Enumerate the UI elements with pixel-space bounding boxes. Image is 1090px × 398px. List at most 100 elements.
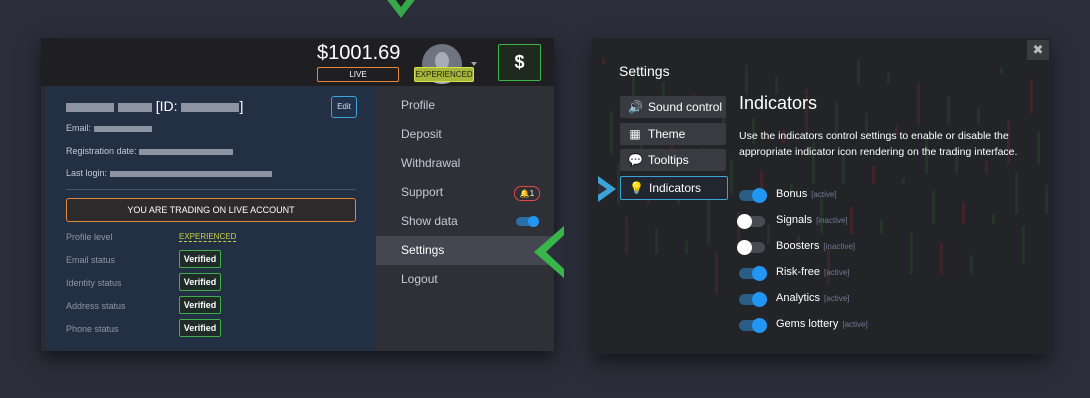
indicators-title: Indicators xyxy=(739,93,818,113)
menu-item-support[interactable]: Support 🔔1 xyxy=(376,178,554,207)
menu-item-withdrawal[interactable]: Withdrawal xyxy=(376,149,554,178)
candle-mark xyxy=(902,178,905,184)
redacted-email xyxy=(93,125,152,132)
tab-sound-control[interactable]: 🔊 Sound control xyxy=(620,96,726,118)
phone-status-badge: Verified xyxy=(179,319,221,337)
edit-button[interactable]: Edit xyxy=(331,96,357,118)
indicator-name: Signals xyxy=(776,214,813,226)
indicator-toggle[interactable] xyxy=(737,214,765,229)
bulb-icon: 💡 xyxy=(629,181,644,195)
pointer-arrow-inner xyxy=(546,235,564,269)
toggle-knob xyxy=(752,292,767,307)
indicator-status: [active] xyxy=(842,320,868,329)
registration-label: Registration date: xyxy=(66,146,137,156)
indicator-name: Boosters xyxy=(776,240,820,252)
email-status-badge: Verified xyxy=(179,250,221,268)
indicator-status: [inactive] xyxy=(816,216,848,225)
notification-count: 1 xyxy=(529,189,535,198)
menu-item-profile[interactable]: Profile xyxy=(376,91,554,120)
menu-label: Deposit xyxy=(401,127,442,141)
indicator-row: Analytics [active] xyxy=(739,291,1039,309)
candle-mark xyxy=(984,161,988,174)
address-status-badge: Verified xyxy=(179,296,221,314)
profile-level-value[interactable]: EXPERIENCED xyxy=(179,232,237,242)
menu-item-settings[interactable]: Settings xyxy=(376,236,554,265)
candle-mark xyxy=(872,166,875,184)
indicator-row: Bonus [active] xyxy=(739,187,1039,205)
settings-title: Settings xyxy=(619,63,670,79)
menu-item-deposit[interactable]: Deposit xyxy=(376,120,554,149)
indicator-toggle[interactable] xyxy=(739,292,767,307)
tooltip-icon: 💬 xyxy=(628,153,643,167)
notification-badge: 🔔1 xyxy=(514,186,540,201)
indicator-name: Gems lottery xyxy=(776,318,839,330)
grid-icon: ▦ xyxy=(629,127,641,141)
tab-label: Sound control xyxy=(648,100,723,114)
balance-amount[interactable]: $1001.69 xyxy=(317,42,400,65)
indicator-toggle[interactable] xyxy=(739,318,767,333)
experience-badge: EXPERIENCED xyxy=(414,67,474,82)
candle-mark xyxy=(887,72,890,84)
menu-item-show-data[interactable]: Show data xyxy=(376,207,554,236)
indicator-status: [active] xyxy=(811,190,837,199)
indicator-row: Boosters [inactive] xyxy=(737,239,1039,257)
profile-name-id: [ID: ] xyxy=(66,98,243,114)
menu-label: Logout xyxy=(401,272,438,286)
candle-mark xyxy=(654,229,658,254)
show-data-toggle[interactable] xyxy=(516,216,539,227)
indicator-label: Risk-free [active] xyxy=(776,266,849,278)
redacted-registration-date xyxy=(139,148,234,155)
tab-indicators[interactable]: 💡 Indicators xyxy=(620,176,728,200)
stat-label: Email status xyxy=(66,255,116,265)
id-prefix: [ID: xyxy=(155,98,178,114)
registration-line: Registration date: xyxy=(66,146,234,156)
candle-mark xyxy=(707,200,710,244)
indicator-label: Analytics [active] xyxy=(776,292,849,304)
account-menu: Profile Deposit Withdrawal Support 🔔1 Sh… xyxy=(376,86,554,351)
stat-label: Profile level xyxy=(66,232,113,242)
candle-mark xyxy=(684,241,688,254)
indicator-toggle[interactable] xyxy=(737,240,765,255)
menu-item-logout[interactable]: Logout xyxy=(376,265,554,294)
tab-theme[interactable]: ▦ Theme xyxy=(620,123,726,145)
redacted-last-name xyxy=(117,102,152,112)
redacted-last-login xyxy=(109,170,272,177)
indicator-toggle[interactable] xyxy=(739,188,767,203)
candle-mark xyxy=(774,77,778,94)
last-login-line: Last login: xyxy=(66,168,272,178)
indicator-status: [inactive] xyxy=(823,242,855,251)
indicator-name: Analytics xyxy=(776,292,821,304)
close-icon[interactable]: ✖ xyxy=(1027,40,1049,60)
candle-mark xyxy=(1037,132,1040,164)
chevron-down-icon[interactable] xyxy=(471,62,477,66)
menu-label: Support xyxy=(401,185,444,199)
candle-mark xyxy=(1029,79,1033,114)
indicator-label: Bonus [active] xyxy=(776,188,837,200)
candle-mark xyxy=(947,96,950,124)
indicator-row: Risk-free [active] xyxy=(739,265,1039,283)
bell-icon: 🔔 xyxy=(519,189,530,198)
tab-label: Theme xyxy=(648,127,686,141)
indicator-name: Risk-free xyxy=(776,266,821,278)
tab-tooltips[interactable]: 💬 Tooltips xyxy=(620,149,726,171)
stat-label: Phone status xyxy=(66,324,119,334)
candle-mark xyxy=(609,111,613,154)
id-suffix: ] xyxy=(239,98,244,114)
deposit-button[interactable]: $ xyxy=(498,44,541,81)
indicators-description: Use the indicators control settings to e… xyxy=(739,130,1018,158)
candle-mark xyxy=(917,84,920,124)
toggle-knob xyxy=(752,188,767,203)
toggle-knob xyxy=(737,214,752,229)
top-bar: $1001.69 LIVE EXPERIENCED $ xyxy=(41,38,554,86)
toggle-knob xyxy=(752,266,767,281)
pointer-arrow-inner xyxy=(387,0,415,7)
speaker-icon: 🔊 xyxy=(628,100,643,114)
menu-label: Profile xyxy=(401,98,436,112)
menu-label: Settings xyxy=(401,243,445,257)
candle-mark xyxy=(977,108,980,124)
indicator-toggle[interactable] xyxy=(739,266,767,281)
candle-mark xyxy=(714,253,718,294)
divider xyxy=(66,189,356,190)
indicator-label: Signals [inactive] xyxy=(776,214,848,226)
identity-status-badge: Verified xyxy=(179,273,221,291)
